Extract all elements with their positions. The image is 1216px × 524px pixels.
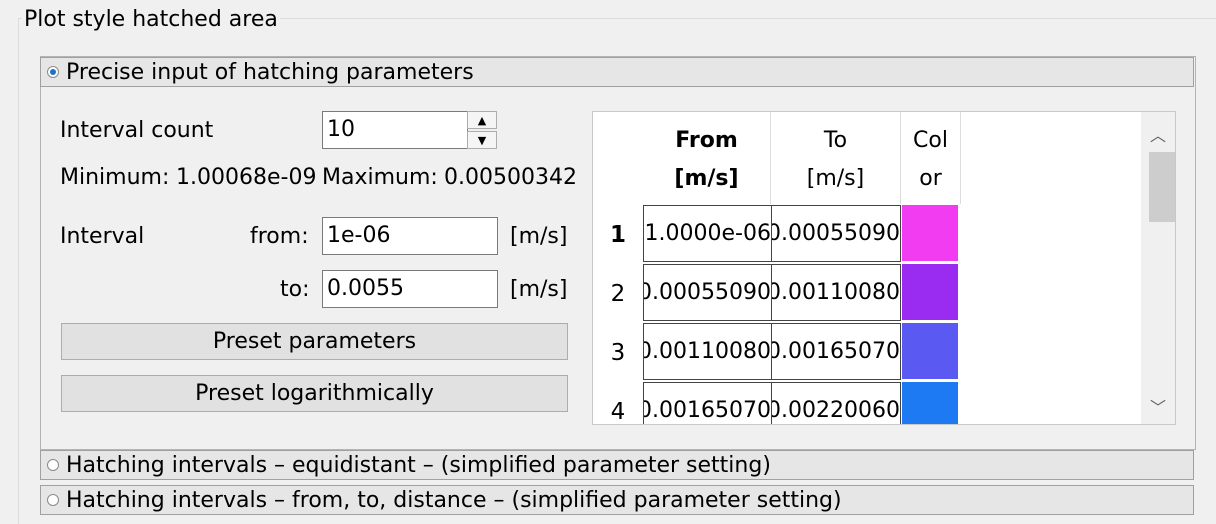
- scroll-thumb[interactable]: [1149, 152, 1175, 222]
- header-to[interactable]: To [m/s]: [771, 112, 901, 204]
- row-header[interactable]: 4: [593, 399, 643, 424]
- cell-text: 0.00055090: [643, 280, 771, 305]
- color-swatch[interactable]: [902, 205, 958, 261]
- table-cell-to[interactable]: 0.00110080: [771, 264, 901, 321]
- color-swatch[interactable]: [902, 382, 958, 424]
- header-color-line1: Col: [913, 128, 948, 153]
- spin-down-icon[interactable]: ▼: [467, 131, 497, 149]
- spin-up-icon[interactable]: ▲: [467, 111, 497, 129]
- interval-to-input[interactable]: 0.0055: [322, 270, 498, 308]
- maximum-label: Maximum:: [322, 165, 438, 190]
- table-vertical-scrollbar[interactable]: ︿ ﹀: [1141, 112, 1175, 424]
- radio-icon: [47, 459, 59, 471]
- minimum-value: 1.00068e-09: [176, 165, 317, 190]
- interval-count-input[interactable]: 10: [322, 111, 468, 149]
- table-cell-to[interactable]: 0.00220060: [771, 382, 901, 424]
- equidistant-label: Hatching intervals – equidistant – (simp…: [66, 452, 771, 478]
- interval-count-spinner[interactable]: ▲ ▼: [467, 111, 497, 149]
- minimum-label: Minimum:: [60, 165, 170, 190]
- interval-count-label: Interval count: [60, 118, 214, 143]
- cell-text: 0.00055090: [771, 221, 900, 246]
- table-cell-to[interactable]: 0.00165070: [771, 323, 901, 380]
- scroll-down-icon[interactable]: ﹀: [1141, 394, 1175, 418]
- interval-label: Interval: [60, 224, 145, 249]
- cell-text: 0.00110080: [771, 280, 900, 305]
- table-cell-from[interactable]: 1.0000e-06: [643, 205, 772, 262]
- from-to-distance-radio[interactable]: Hatching intervals – from, to, distance …: [40, 485, 1194, 515]
- row-header[interactable]: 2: [593, 281, 643, 307]
- color-swatch[interactable]: [902, 264, 958, 320]
- header-from-line1: From: [675, 128, 738, 153]
- from-label: from:: [250, 224, 309, 249]
- from-to-distance-label: Hatching intervals – from, to, distance …: [66, 487, 842, 513]
- precise-input-radio[interactable]: Precise input of hatching parameters: [40, 57, 1194, 87]
- scroll-up-icon[interactable]: ︿: [1141, 122, 1175, 146]
- precise-input-label: Precise input of hatching parameters: [66, 59, 474, 85]
- table-cell-to[interactable]: 0.00055090: [771, 205, 901, 262]
- radio-icon: [47, 66, 59, 78]
- color-swatch[interactable]: [902, 323, 958, 379]
- preset-logarithmically-button[interactable]: Preset logarithmically: [61, 375, 568, 412]
- hatching-table[interactable]: From [m/s] To [m/s] Col or 1 1.0000e-06 …: [592, 111, 1176, 425]
- to-label: to:: [280, 277, 310, 302]
- maximum-value: 0.00500342: [444, 165, 577, 190]
- from-unit-label: [m/s]: [510, 224, 568, 249]
- preset-parameters-button[interactable]: Preset parameters: [61, 323, 568, 360]
- interval-from-input[interactable]: 1e-06: [322, 217, 498, 255]
- to-unit-label: [m/s]: [510, 277, 568, 302]
- row-header[interactable]: 1: [593, 222, 643, 248]
- header-to-line2: [m/s]: [806, 166, 865, 191]
- table-cell-from[interactable]: 0.00110080: [643, 323, 772, 380]
- cell-text: 0.00110080: [643, 339, 771, 364]
- group-title: Plot style hatched area: [22, 6, 280, 34]
- cell-text: 0.00220060: [771, 398, 900, 423]
- header-from-line2: [m/s]: [674, 166, 739, 191]
- header-color[interactable]: Col or: [901, 112, 961, 204]
- table-cell-from[interactable]: 0.00165070: [643, 382, 772, 424]
- header-to-line1: To: [823, 128, 848, 153]
- cell-text: 1.0000e-06: [644, 221, 771, 246]
- cell-text: 0.00165070: [771, 339, 900, 364]
- header-from[interactable]: From [m/s]: [643, 112, 771, 204]
- equidistant-radio[interactable]: Hatching intervals – equidistant – (simp…: [40, 450, 1194, 480]
- row-header[interactable]: 3: [593, 340, 643, 366]
- header-color-line2: or: [919, 166, 942, 191]
- radio-icon: [47, 494, 59, 506]
- table-cell-from[interactable]: 0.00055090: [643, 264, 772, 321]
- cell-text: 0.00165070: [643, 398, 771, 423]
